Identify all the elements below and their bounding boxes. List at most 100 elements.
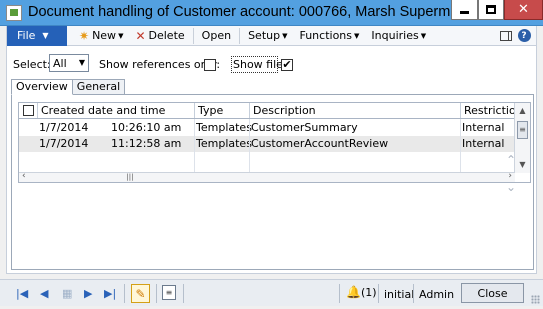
chevron-down-icon: ▼: [420, 31, 427, 40]
status-divider: [339, 284, 340, 303]
row-date: 1/7/2014: [39, 121, 89, 134]
maximize-button[interactable]: [478, 0, 504, 20]
grid-view-icon[interactable]: ▦: [62, 286, 72, 301]
row-type: Templates: [196, 137, 252, 150]
resize-grip-icon[interactable]: [531, 295, 540, 304]
open-button[interactable]: Open: [196, 26, 237, 46]
close-button[interactable]: Close: [461, 283, 524, 303]
column-divider: [460, 119, 461, 173]
help-icon[interactable]: ?: [516, 28, 532, 43]
close-label: Close: [477, 286, 508, 300]
first-record-icon[interactable]: |◀: [16, 286, 28, 301]
inquiries-menu-button[interactable]: Inquiries ▼: [365, 26, 432, 46]
new-label: New: [92, 29, 117, 42]
status-divider: [378, 284, 379, 303]
chevron-down-icon: ▼: [282, 31, 288, 40]
previous-record-icon[interactable]: ◀: [40, 286, 48, 301]
star-icon: ✷: [79, 28, 90, 43]
layout-icon[interactable]: [498, 28, 514, 43]
company-label[interactable]: initial: [384, 288, 414, 301]
chevron-down-icon: ▼: [78, 58, 85, 67]
scroll-up-icon[interactable]: ▲: [515, 103, 530, 117]
select-value: All: [53, 56, 67, 70]
user-label: Admin: [419, 288, 455, 301]
maximize-icon: [486, 5, 496, 14]
file-label: File: [17, 29, 36, 42]
row-restriction: Internal: [462, 137, 505, 150]
functions-menu-button[interactable]: Functions ▼: [293, 26, 365, 46]
setup-menu-button[interactable]: Setup ▼: [242, 26, 293, 46]
attachment-icon[interactable]: ≡: [162, 285, 176, 300]
tab-general[interactable]: General: [71, 79, 126, 95]
title-bar: Document handling of Customer account: 0…: [0, 0, 543, 26]
column-header-created[interactable]: Created date and time: [37, 103, 194, 118]
column-divider: [249, 119, 250, 173]
open-label: Open: [201, 29, 232, 42]
filter-row: Select: All ▼ Show references only: Show…: [7, 46, 536, 76]
tab-strip: Overview General: [11, 79, 126, 95]
status-divider: [156, 284, 157, 303]
scroll-thumb[interactable]: ≡: [517, 121, 528, 139]
row-date: 1/7/2014: [39, 137, 89, 150]
column-header-restriction[interactable]: Restrictio: [460, 103, 515, 118]
toolbar-divider: [192, 27, 194, 44]
column-divider: [194, 119, 195, 173]
functions-label: Functions: [299, 29, 353, 42]
checkmark-icon: ✔: [282, 58, 292, 71]
column-header-description[interactable]: Description: [249, 103, 460, 118]
table-row[interactable]: 1/7/2014 11:12:58 am Templates CustomerA…: [19, 136, 515, 152]
status-bar: |◀ ◀ ▦ ▶ ▶| ✎ ≡ 🔔 (1) initial Admin Clos…: [0, 279, 543, 306]
setup-label: Setup: [248, 29, 281, 42]
row-time: 10:26:10 am: [111, 121, 182, 134]
grid-header: Created date and time Type Description R…: [19, 103, 515, 119]
scroll-thumb[interactable]: |||: [123, 173, 137, 182]
new-button[interactable]: ✷ New ▼: [73, 26, 129, 46]
status-divider: [124, 284, 125, 303]
status-divider: [413, 284, 414, 303]
minimize-button[interactable]: [451, 0, 478, 20]
table-row[interactable]: 1/7/2014 10:26:10 am Templates CustomerS…: [19, 120, 515, 136]
notification-count: (1): [360, 285, 377, 299]
documents-grid: Created date and time Type Description R…: [18, 102, 531, 183]
row-restriction: Internal: [462, 121, 505, 134]
close-window-button[interactable]: ✕: [504, 0, 543, 20]
column-header-type[interactable]: Type: [194, 103, 249, 118]
last-record-icon[interactable]: ▶|: [104, 286, 116, 301]
action-pane: File ▼ ✷ New ▼ ✕ Delete Open Setup ▼ Fun…: [6, 25, 537, 46]
delete-label: Delete: [148, 29, 185, 42]
chevron-down-icon: ▼: [354, 31, 360, 40]
next-record-icon[interactable]: ▶: [84, 286, 92, 301]
app-icon: [6, 5, 22, 21]
minimize-icon: [460, 11, 469, 14]
vertical-scrollbar[interactable]: ▲ ≡ ▼: [514, 103, 530, 173]
chevron-down-icon: ▼: [42, 31, 49, 40]
scroll-left-icon[interactable]: ‹: [22, 171, 26, 181]
status-divider: [183, 284, 184, 303]
show-references-checkbox[interactable]: [204, 59, 216, 71]
chevron-up-icon[interactable]: ⌃: [506, 153, 516, 167]
bell-icon: 🔔: [346, 285, 361, 299]
show-references-label: Show references only:: [99, 58, 221, 71]
row-description: CustomerAccountReview: [251, 137, 389, 150]
show-file-checkbox[interactable]: ✔: [281, 59, 293, 71]
notification-button[interactable]: 🔔 (1): [346, 285, 377, 299]
tab-overview[interactable]: Overview: [11, 79, 73, 95]
chevron-down-icon[interactable]: ⌄: [506, 180, 516, 194]
delete-button[interactable]: ✕ Delete: [129, 26, 190, 46]
form-content: Select: All ▼ Show references only: Show…: [6, 46, 537, 274]
chevron-down-icon: ▼: [118, 31, 124, 40]
close-icon: ✕: [518, 2, 529, 17]
toolbar-divider: [239, 27, 241, 44]
row-time: 11:12:58 am: [111, 137, 182, 150]
horizontal-scrollbar[interactable]: ‹ ||| ›: [19, 171, 515, 182]
inquiries-label: Inquiries: [371, 29, 419, 42]
pencil-icon[interactable]: ✎: [131, 284, 150, 303]
file-menu-button[interactable]: File ▼: [7, 25, 67, 46]
show-file-label: Show file:: [233, 58, 287, 71]
select-dropdown[interactable]: All ▼: [49, 54, 89, 72]
scroll-down-icon[interactable]: ▼: [515, 157, 530, 171]
row-type: Templates: [196, 121, 252, 134]
overview-panel: Created date and time Type Description R…: [11, 94, 534, 270]
select-all-checkbox[interactable]: [23, 105, 34, 116]
x-icon: ✕: [135, 28, 146, 43]
